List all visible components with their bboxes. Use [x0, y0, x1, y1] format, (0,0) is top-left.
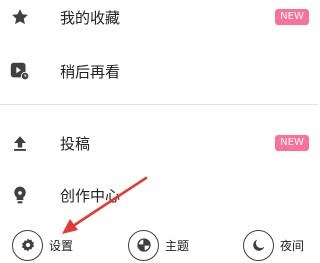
menu-item-label: 投稿	[60, 134, 91, 153]
theme-button[interactable]: 主题	[128, 227, 189, 263]
menu-item-label: 稍后再看	[60, 62, 121, 81]
divider	[0, 104, 318, 105]
drawer-menu: 我的收藏 NEW 稍后再看 投稿 NEW 创作中心 设置 主题 夜间	[0, 0, 318, 263]
upload-icon	[9, 132, 31, 154]
gear-icon	[12, 229, 43, 261]
night-mode-button[interactable]: 夜间	[243, 227, 304, 263]
theme-label: 主题	[165, 238, 190, 253]
new-badge: NEW	[275, 135, 309, 151]
star-icon	[9, 6, 31, 28]
night-label: 夜间	[280, 238, 305, 253]
drawer-bottom-bar: 设置 主题 夜间	[0, 227, 318, 263]
menu-item-label: 我的收藏	[60, 8, 121, 27]
watch-later-icon	[9, 60, 31, 82]
menu-item-watch-later[interactable]: 稍后再看	[0, 46, 318, 96]
menu-item-upload[interactable]: 投稿 NEW	[0, 118, 318, 168]
menu-item-favorites[interactable]: 我的收藏 NEW	[0, 0, 318, 42]
menu-item-creator-center[interactable]: 创作中心	[0, 170, 318, 220]
theme-icon	[128, 229, 159, 261]
settings-label: 设置	[49, 238, 74, 253]
menu-item-label: 创作中心	[60, 186, 121, 205]
moon-icon	[243, 229, 274, 261]
bulb-icon	[9, 184, 31, 206]
settings-button[interactable]: 设置	[12, 227, 73, 263]
new-badge: NEW	[275, 9, 309, 25]
